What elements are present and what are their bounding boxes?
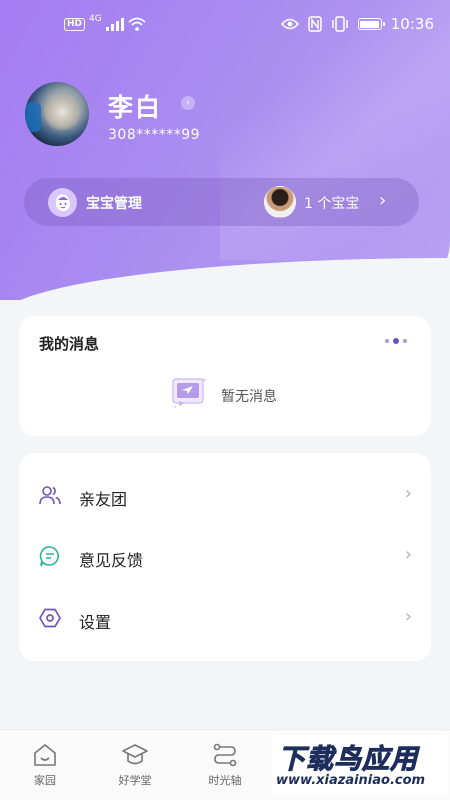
timeline-icon [213,743,237,767]
baby-management-button[interactable]: 宝宝管理 1 个宝宝 › [24,178,419,226]
wifi-icon [128,17,146,31]
watermark: 下载鸟应用 www.xiazainiao.com [272,735,448,795]
profile-arrow-icon[interactable]: › [181,96,195,110]
nav-label: 家园 [34,774,56,787]
chevron-right-icon: › [379,190,387,211]
settings-icon [39,608,61,628]
baby-avatar [264,186,296,218]
watermark-logo-text: 下载鸟应用 [278,744,418,776]
chevron-right-icon: › [404,606,412,627]
feedback-icon [39,546,59,567]
eye-icon [280,18,299,30]
baby-management-label: 宝宝管理 [86,196,142,212]
network-type: 4G [89,14,102,24]
chevron-right-icon: › [404,544,412,565]
family-group-icon [39,486,61,505]
home-icon [34,744,56,766]
empty-message-text: 暂无消息 [221,389,277,405]
menu-item-label: 意见反馈 [79,551,144,570]
avatar[interactable] [25,82,89,146]
graduation-cap-icon [122,744,148,765]
nav-item-home[interactable]: 家园 [15,742,75,788]
menu-card: 亲友团 › 意见反馈 › 设置 › [19,453,431,661]
menu-item-family-group[interactable]: 亲友团 › [19,466,431,528]
watermark-url: www.xiazainiao.com [276,773,426,788]
signal-icon [105,17,124,31]
nav-label: 好学堂 [118,774,152,787]
more-icon[interactable] [385,338,407,344]
hd-indicator: HD [64,17,86,31]
baby-face-icon [48,188,77,217]
menu-item-settings[interactable]: 设置 › [19,589,431,651]
user-phone: 308******99 [108,127,201,143]
nfc-icon [308,16,322,32]
messages-title: 我的消息 [39,335,100,353]
vibrate-icon [332,16,348,32]
chevron-right-icon: › [404,483,412,504]
nav-item-timeline[interactable]: 时光轴 [195,742,255,788]
clock: 10:36 [390,15,434,33]
battery-icon [357,18,385,30]
menu-item-label: 亲友团 [79,490,128,509]
user-name[interactable]: 李白 [108,88,162,124]
status-bar: HD 4G 10:36 [0,0,450,52]
baby-count: 1 个宝宝 [304,196,360,212]
menu-item-feedback[interactable]: 意见反馈 › [19,527,431,589]
empty-message-icon [172,378,206,408]
nav-item-school[interactable]: 好学堂 [105,742,165,788]
nav-label: 时光轴 [208,774,242,787]
menu-item-label: 设置 [79,613,112,632]
messages-card: 我的消息 暂无消息 [19,316,431,436]
